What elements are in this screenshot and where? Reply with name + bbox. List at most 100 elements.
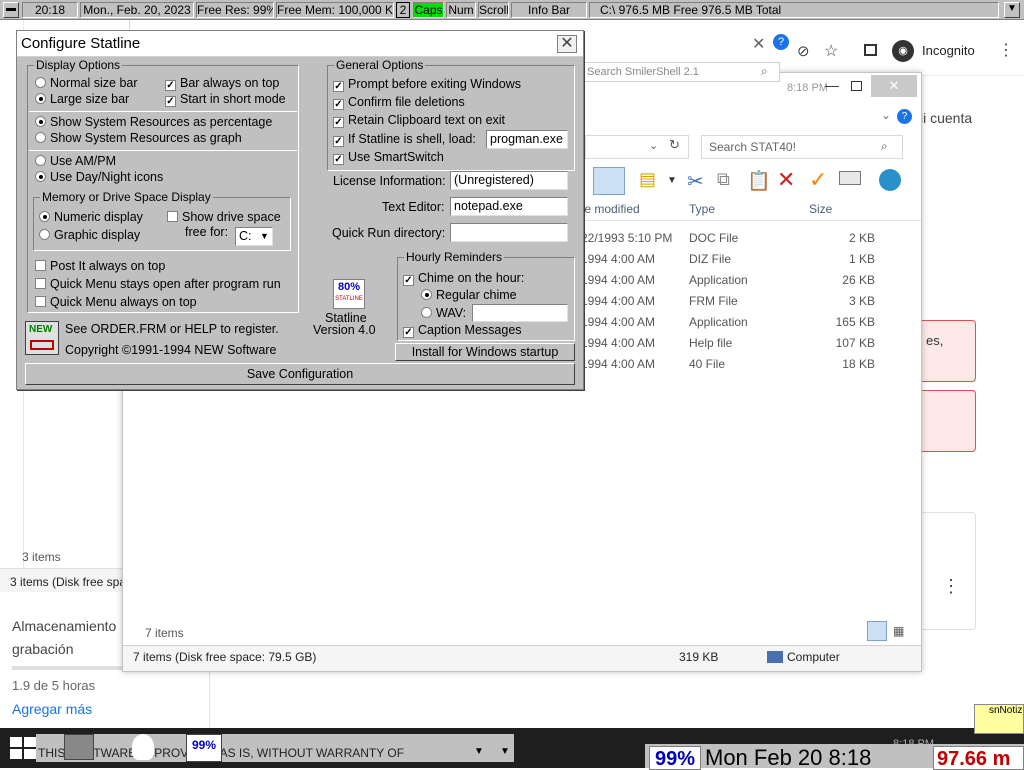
statline-task-icon[interactable]: 99% bbox=[186, 734, 222, 762]
res-percent-radio[interactable]: Show System Resources as percentage bbox=[35, 115, 272, 130]
graphic-display-radio[interactable]: Graphic display bbox=[39, 228, 140, 243]
col-size[interactable]: Size bbox=[809, 202, 832, 216]
date-cell[interactable]: Mon., Feb. 20, 2023 bbox=[80, 2, 194, 18]
num-indicator[interactable]: Num bbox=[446, 2, 476, 18]
chime-checkbox[interactable]: ✓ Chime on the hour: bbox=[403, 271, 524, 286]
scroll-down-icon-2[interactable]: ▼ bbox=[500, 746, 510, 757]
license-input[interactable]: (Unregistered) bbox=[450, 171, 568, 190]
more-icon[interactable]: ⋮ bbox=[942, 576, 960, 597]
chevron-down-icon[interactable]: ⌄ bbox=[881, 108, 891, 122]
table-row[interactable]: 22/1993 5:10 PM DOC File 2 KB bbox=[573, 228, 921, 248]
globe-icon[interactable] bbox=[879, 169, 901, 191]
dialog-titlebar[interactable]: Configure Statline ✕ bbox=[17, 31, 583, 57]
editor-input[interactable]: notepad.exe bbox=[450, 197, 568, 216]
wav-radio[interactable]: WAV: bbox=[421, 306, 466, 321]
res-readout[interactable]: 99% bbox=[649, 746, 701, 770]
help-icon[interactable]: ? bbox=[773, 34, 789, 50]
table-row[interactable]: 1994 4:00 AM 40 File 18 KB bbox=[573, 354, 921, 374]
new-logo-text: NEW bbox=[29, 324, 53, 335]
short-mode-checkbox[interactable]: ✓ Start in short mode bbox=[165, 92, 286, 107]
system-menu-button[interactable]: ▬ bbox=[3, 2, 19, 18]
caps-indicator[interactable]: Caps bbox=[413, 2, 444, 18]
count-cell[interactable]: 2 bbox=[396, 2, 410, 18]
chevron-down-icon[interactable]: ▼ bbox=[260, 231, 269, 241]
post-it-note[interactable]: snNotiz bbox=[974, 704, 1024, 734]
maximize-icon[interactable] bbox=[851, 81, 862, 91]
datetime-readout[interactable]: Mon Feb 20 8:18 bbox=[705, 746, 931, 770]
table-row[interactable]: 1994 4:00 AM Help file 107 KB bbox=[573, 333, 921, 353]
quickrun-input[interactable] bbox=[450, 223, 568, 242]
rename-icon[interactable] bbox=[839, 171, 861, 185]
close-icon[interactable]: ✕ bbox=[557, 35, 577, 53]
menu-dots-icon[interactable]: ⋮ bbox=[998, 40, 1014, 60]
cut-icon[interactable]: ✂ bbox=[687, 169, 704, 194]
always-on-top-checkbox[interactable]: ✓ Bar always on top bbox=[165, 76, 279, 91]
prompt-exit-checkbox[interactable]: ✓ Prompt before exiting Windows bbox=[333, 77, 521, 92]
cell-type: Application bbox=[689, 273, 748, 287]
add-more-link[interactable]: Agregar más bbox=[12, 701, 92, 717]
check-icon[interactable]: ✓ bbox=[809, 167, 827, 193]
caption-checkbox[interactable]: ✓ Caption Messages bbox=[403, 323, 522, 338]
dropdown-arrow-icon[interactable]: ▼ bbox=[667, 175, 677, 186]
table-row[interactable]: 1994 4:00 AM FRM File 3 KB bbox=[573, 291, 921, 311]
search-icon-2: ⌕ bbox=[761, 64, 768, 78]
x-icon[interactable]: ✕ bbox=[752, 34, 765, 54]
info-bar-cell[interactable]: Info Bar bbox=[511, 2, 587, 18]
post-it-checkbox[interactable]: Post It always on top bbox=[35, 259, 165, 274]
delete-icon[interactable]: ✕ bbox=[777, 167, 795, 193]
dropdown-icon[interactable]: ⌄ bbox=[649, 139, 658, 152]
preview-pane-icon[interactable] bbox=[593, 167, 625, 195]
save-configuration-button[interactable]: Save Configuration bbox=[25, 363, 575, 385]
time-cell[interactable]: 20:18 bbox=[22, 2, 78, 18]
penguin-icon[interactable] bbox=[132, 734, 154, 760]
numeric-display-radio[interactable]: Numeric display bbox=[39, 210, 143, 225]
install-startup-button[interactable]: Install for Windows startup bbox=[395, 343, 575, 361]
tab-off-icon[interactable]: ⊘ bbox=[797, 42, 810, 60]
statline-info-bar[interactable]: THIS SOFTWARE IS PROVIDED AS IS, WITHOUT… bbox=[36, 734, 514, 762]
free-res-cell[interactable]: Free Res: 99% bbox=[196, 2, 274, 18]
normal-size-radio[interactable]: Normal size bar bbox=[35, 76, 138, 91]
scroll-down-icon[interactable]: ▼ bbox=[474, 746, 484, 757]
show-drive-checkbox[interactable]: Show drive space bbox=[167, 210, 281, 225]
shell-input[interactable]: progman.exe bbox=[486, 130, 568, 149]
statline-dropdown-button[interactable]: ▼ bbox=[1004, 2, 1020, 18]
scroll-indicator[interactable]: Scroll bbox=[478, 2, 509, 18]
regular-chime-radio[interactable]: Regular chime bbox=[421, 288, 517, 303]
col-date[interactable]: te modified bbox=[581, 202, 640, 216]
retain-clipboard-checkbox[interactable]: ✓ Retain Clipboard text on exit bbox=[333, 113, 505, 128]
large-size-radio[interactable]: Large size bar bbox=[35, 92, 129, 107]
star-icon[interactable]: ☆ bbox=[824, 41, 838, 61]
details-view-icon[interactable] bbox=[867, 621, 887, 641]
quick-menu-top-checkbox[interactable]: Quick Menu always on top bbox=[35, 295, 197, 310]
minimize-icon[interactable]: — bbox=[825, 77, 839, 93]
free-mem-cell[interactable]: Free Mem: 100,000 KB bbox=[276, 2, 394, 18]
table-row[interactable]: 1994 4:00 AM Application 26 KB bbox=[573, 270, 921, 290]
table-row[interactable]: 1994 4:00 AM DIZ File 1 KB bbox=[573, 249, 921, 269]
wav-input[interactable] bbox=[472, 304, 568, 322]
refresh-icon[interactable]: ↻ bbox=[669, 137, 680, 153]
app-icon[interactable] bbox=[64, 734, 94, 760]
paste-icon[interactable]: 📋 bbox=[747, 169, 771, 193]
tiles-view-icon[interactable]: ▦ bbox=[893, 624, 904, 638]
windows-start-icon[interactable] bbox=[10, 737, 38, 759]
side-panel-icon[interactable] bbox=[864, 44, 877, 56]
close-button[interactable]: ✕ bbox=[871, 75, 917, 97]
smartswitch-checkbox[interactable]: ✓ Use SmartSwitch bbox=[333, 150, 444, 165]
disk-cell[interactable]: C:\ 976.5 MB Free 976.5 MB Total bbox=[589, 2, 999, 18]
copy-icon[interactable]: ⧉ bbox=[717, 169, 730, 190]
smilershell-search[interactable]: Search SmilerShell 2.1 ⌕ bbox=[584, 62, 780, 82]
incognito-label[interactable]: Incognito bbox=[922, 43, 975, 58]
quick-menu-open-checkbox[interactable]: Quick Menu stays open after program run bbox=[35, 277, 281, 292]
confirm-delete-checkbox[interactable]: ✓ Confirm file deletions bbox=[333, 95, 465, 110]
mem-readout[interactable]: 97.66 m bbox=[933, 746, 1024, 770]
smartswitch-label: Use SmartSwitch bbox=[348, 150, 444, 164]
license-value: (Unregistered) bbox=[454, 173, 534, 187]
daynight-radio[interactable]: Use Day/Night icons bbox=[35, 170, 163, 185]
col-type[interactable]: Type bbox=[689, 202, 715, 216]
shell-checkbox[interactable]: ✓ If Statline is shell, load: bbox=[333, 132, 476, 147]
table-row[interactable]: 1994 4:00 AM Application 165 KB bbox=[573, 312, 921, 332]
res-graph-radio[interactable]: Show System Resources as graph bbox=[35, 131, 242, 146]
help-icon-explorer[interactable]: ? bbox=[897, 109, 912, 124]
ampm-radio[interactable]: Use AM/PM bbox=[35, 154, 116, 169]
properties-icon[interactable]: ▤ bbox=[639, 169, 656, 190]
